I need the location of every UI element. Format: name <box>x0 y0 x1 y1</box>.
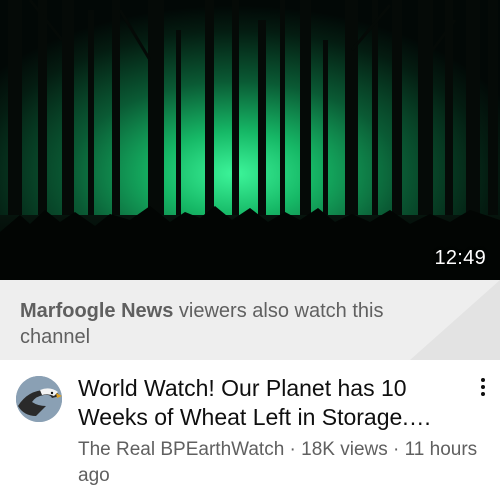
menu-dot <box>481 378 485 382</box>
channel-avatar[interactable] <box>16 376 62 422</box>
banner-fold-decoration <box>410 280 500 360</box>
video-meta: The Real BPEarthWatch · 18K views · 11 h… <box>78 439 478 486</box>
menu-dot <box>481 392 485 396</box>
banner-channel-name[interactable]: Marfoogle News <box>20 300 173 322</box>
video-duration: 12:49 <box>434 247 486 269</box>
eagle-avatar-icon <box>16 376 62 422</box>
banner-text: Marfoogle News viewers also watch this c… <box>20 298 420 350</box>
video-thumbnail[interactable]: 12:49 <box>0 0 500 280</box>
video-list-item[interactable]: World Watch! Our Planet has 10 Weeks of … <box>0 360 500 499</box>
more-vertical-icon[interactable] <box>476 376 490 398</box>
menu-dot <box>481 385 485 389</box>
forest-thumbnail-image <box>0 0 500 280</box>
video-title[interactable]: World Watch! Our Planet has 10 Weeks of … <box>78 374 458 432</box>
recommendation-banner: Marfoogle News viewers also watch this c… <box>0 280 500 360</box>
